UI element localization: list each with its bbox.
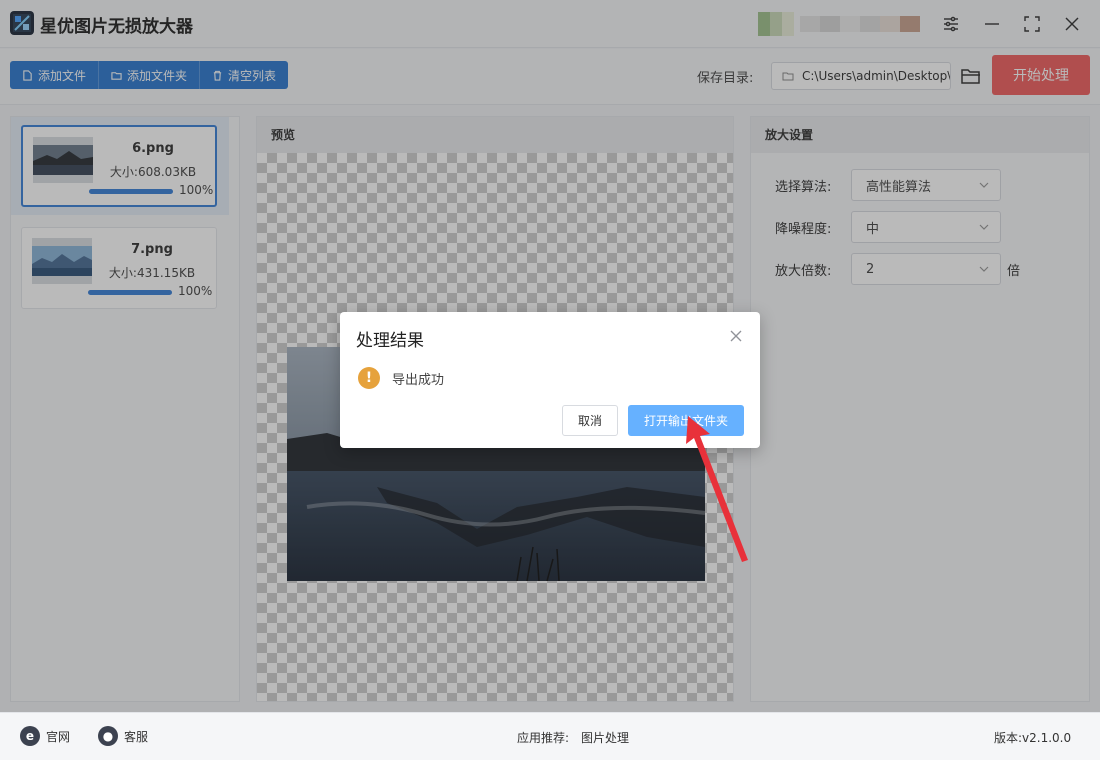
version-label: 版本:v2.1.0.0 [994,731,1072,745]
support-link[interactable]: ● 客服 [98,726,148,746]
status-bar: e 官网 ● 客服 应用推荐: 图片处理 版本:v2.1.0.0 [0,712,1100,760]
recommend-link[interactable]: 图片处理 [581,729,629,746]
support-label: 客服 [124,729,149,744]
website-link[interactable]: e 官网 [20,726,70,746]
website-label: 官网 [46,729,71,744]
dialog-title: 处理结果 [356,331,424,351]
annotation-arrow [686,416,748,562]
browser-e-icon: e [20,726,40,746]
recommend-label: 应用推荐: [517,731,570,745]
exclamation-icon: ! [358,367,380,389]
dialog-close-icon[interactable] [726,326,746,346]
cancel-button[interactable]: 取消 [562,405,618,436]
dialog-message: 导出成功 [392,373,445,388]
chat-bubble-icon: ● [98,726,118,746]
